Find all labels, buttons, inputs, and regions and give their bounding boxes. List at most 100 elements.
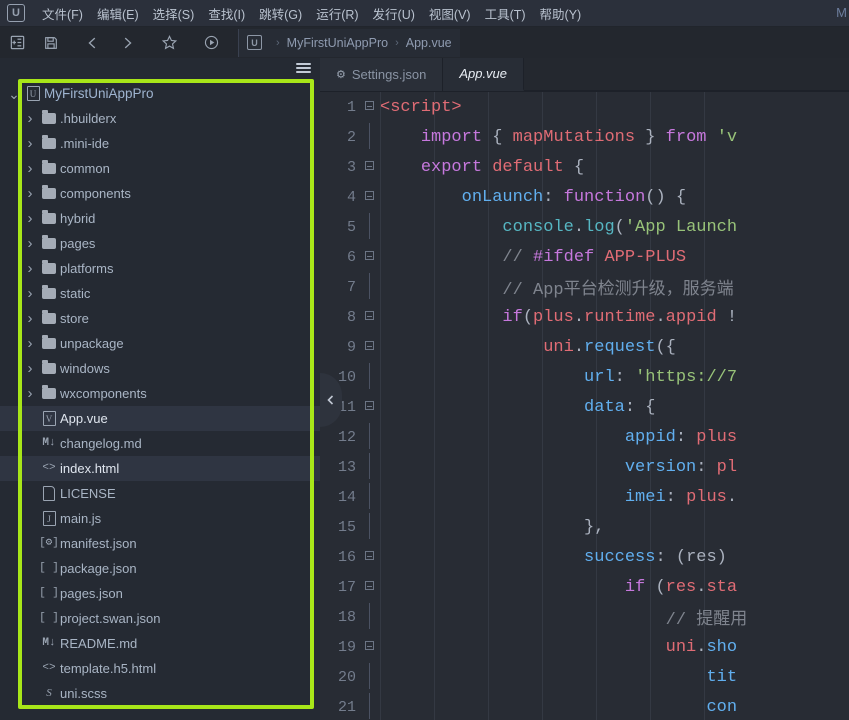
chevron-right-icon[interactable]: › bbox=[22, 185, 38, 202]
run-button[interactable] bbox=[194, 29, 228, 57]
fold-toggle-icon[interactable] bbox=[362, 311, 376, 323]
tree-item-label: .mini-ide bbox=[60, 136, 110, 151]
menu-item-file[interactable]: 文件(F) bbox=[35, 1, 90, 26]
chevron-right-icon[interactable]: › bbox=[22, 235, 38, 252]
html-file-icon: <> bbox=[42, 462, 56, 474]
fold-guide-line bbox=[362, 422, 376, 452]
menu-item-view[interactable]: 视图(V) bbox=[422, 1, 478, 26]
save-button[interactable] bbox=[34, 29, 68, 57]
tree-folder-item[interactable]: › store bbox=[0, 306, 320, 331]
tree-folder-item[interactable]: › unpackage bbox=[0, 331, 320, 356]
code-line-text: // 提醒用 bbox=[665, 611, 748, 630]
menu-item-select[interactable]: 选择(S) bbox=[146, 1, 202, 26]
tree-file-item[interactable]: <> template.h5.html bbox=[0, 656, 320, 681]
code-line-text: console.log('App Launch bbox=[502, 217, 738, 237]
tree-root-item[interactable]: ⌄ U MyFirstUniAppPro bbox=[0, 81, 320, 106]
code-line-text: data: { bbox=[584, 397, 656, 417]
json-file-icon: [ ] bbox=[39, 587, 59, 599]
folder-icon bbox=[38, 360, 60, 374]
menu-item-tools[interactable]: 工具(T) bbox=[478, 1, 533, 26]
tree-file-item[interactable]: Jmain.js bbox=[0, 506, 320, 531]
fold-toggle-icon[interactable] bbox=[362, 251, 376, 263]
code-line-text: // App平台检测升级，服务端 bbox=[502, 281, 734, 300]
fold-toggle-icon[interactable] bbox=[362, 161, 376, 173]
code-line-text: imei: plus. bbox=[624, 487, 738, 507]
tree-item-label: main.js bbox=[60, 511, 102, 526]
tree-file-item[interactable]: Suni.scss bbox=[0, 681, 320, 706]
chevron-right-icon[interactable]: › bbox=[22, 260, 38, 277]
breadcrumb-item-project[interactable]: MyFirstUniAppPro bbox=[287, 36, 388, 50]
tree-file-item[interactable]: <> index.html bbox=[0, 456, 320, 481]
tree-folder-item[interactable]: › static bbox=[0, 281, 320, 306]
tree-file-item[interactable]: [⚙] manifest.json bbox=[0, 531, 320, 556]
code-line: 11 data: { bbox=[320, 392, 849, 422]
hamburger-icon[interactable] bbox=[296, 60, 311, 75]
tree-folder-item[interactable]: › common bbox=[0, 156, 320, 181]
forward-button[interactable] bbox=[110, 29, 144, 57]
editor-tab-settings-json[interactable]: ⚙ Settings.json bbox=[320, 58, 444, 91]
tree-folder-item[interactable]: › .mini-ide bbox=[0, 131, 320, 156]
menu-item-help[interactable]: 帮助(Y) bbox=[533, 1, 589, 26]
code-line: 8 if(plus.runtime.appid ! bbox=[320, 302, 849, 332]
chevron-right-icon[interactable]: › bbox=[22, 210, 38, 227]
folder-icon bbox=[38, 260, 60, 274]
tree-file-item[interactable]: M↓ changelog.md bbox=[0, 431, 320, 456]
tree-file-item[interactable]: M↓ README.md bbox=[0, 631, 320, 656]
tree-file-item[interactable]: V App.vue bbox=[0, 406, 320, 431]
menu-item-edit[interactable]: 编辑(E) bbox=[90, 1, 146, 26]
fold-toggle-icon[interactable] bbox=[362, 101, 376, 113]
fold-toggle-icon[interactable] bbox=[362, 551, 376, 563]
tree-file-item[interactable]: [ ] package.json bbox=[0, 556, 320, 581]
line-number: 18 bbox=[337, 608, 356, 626]
chevron-right-icon[interactable]: › bbox=[22, 135, 38, 152]
tree-folder-item[interactable]: › components bbox=[0, 181, 320, 206]
chevron-right-icon[interactable]: › bbox=[22, 110, 38, 127]
editor-tab-app-vue[interactable]: App.vue bbox=[443, 58, 525, 91]
tree-folder-item[interactable]: › windows bbox=[0, 356, 320, 381]
gear-icon: ⚙ bbox=[336, 69, 346, 81]
tree-item-label: pages bbox=[60, 236, 96, 251]
breadcrumb-item-file[interactable]: App.vue bbox=[406, 36, 452, 50]
line-number: 19 bbox=[337, 638, 356, 656]
fold-toggle-icon[interactable] bbox=[362, 581, 376, 593]
folder-icon bbox=[38, 235, 60, 249]
favorite-button[interactable] bbox=[152, 29, 186, 57]
tree-file-item[interactable]: [ ] project.swan.json bbox=[0, 606, 320, 631]
tree-folder-item[interactable]: › hybrid bbox=[0, 206, 320, 231]
line-number: 3 bbox=[346, 158, 356, 176]
line-number: 8 bbox=[346, 308, 356, 326]
fold-toggle-icon[interactable] bbox=[362, 191, 376, 203]
plain-file-icon bbox=[38, 486, 60, 501]
tree-item-label: changelog.md bbox=[60, 436, 142, 451]
fold-toggle-icon[interactable] bbox=[362, 341, 376, 353]
chevron-down-icon[interactable]: ⌄ bbox=[6, 87, 22, 101]
tree-folder-item[interactable]: › wxcomponents bbox=[0, 381, 320, 406]
chevron-right-icon[interactable]: › bbox=[22, 335, 38, 352]
fold-guide-line bbox=[362, 482, 376, 512]
line-number: 2 bbox=[346, 128, 356, 146]
chevron-right-icon[interactable]: › bbox=[22, 285, 38, 302]
back-button[interactable] bbox=[76, 29, 110, 57]
line-number: 20 bbox=[337, 668, 356, 686]
tree-file-item[interactable]: [ ] pages.json bbox=[0, 581, 320, 606]
editor-tabstrip: ⚙ Settings.json App.vue bbox=[320, 58, 849, 92]
chevron-right-icon[interactable]: › bbox=[22, 385, 38, 402]
menu-item-run[interactable]: 运行(R) bbox=[309, 1, 365, 26]
code-editor[interactable]: 1 <script> 2 import { mapMutations } from … bbox=[320, 92, 849, 720]
chevron-right-icon[interactable]: › bbox=[22, 160, 38, 177]
chevron-right-icon[interactable]: › bbox=[22, 360, 38, 377]
tree-item-label: static bbox=[60, 286, 91, 301]
code-line: 7 // App平台检测升级，服务端 bbox=[320, 272, 849, 302]
menu-item-goto[interactable]: 跳转(G) bbox=[252, 1, 309, 26]
tree-folder-item[interactable]: › platforms bbox=[0, 256, 320, 281]
chevron-right-icon[interactable]: › bbox=[22, 310, 38, 327]
tree-folder-item[interactable]: › .hbuilderx bbox=[0, 106, 320, 131]
fold-toggle-icon[interactable] bbox=[362, 401, 376, 413]
menu-item-publish[interactable]: 发行(U) bbox=[366, 1, 422, 26]
menu-item-find[interactable]: 查找(I) bbox=[201, 1, 252, 26]
new-file-button[interactable] bbox=[0, 29, 34, 57]
tree-file-item[interactable]: LICENSE bbox=[0, 481, 320, 506]
fold-toggle-icon[interactable] bbox=[362, 641, 376, 653]
tree-item-label: common bbox=[60, 161, 110, 176]
tree-folder-item[interactable]: › pages bbox=[0, 231, 320, 256]
